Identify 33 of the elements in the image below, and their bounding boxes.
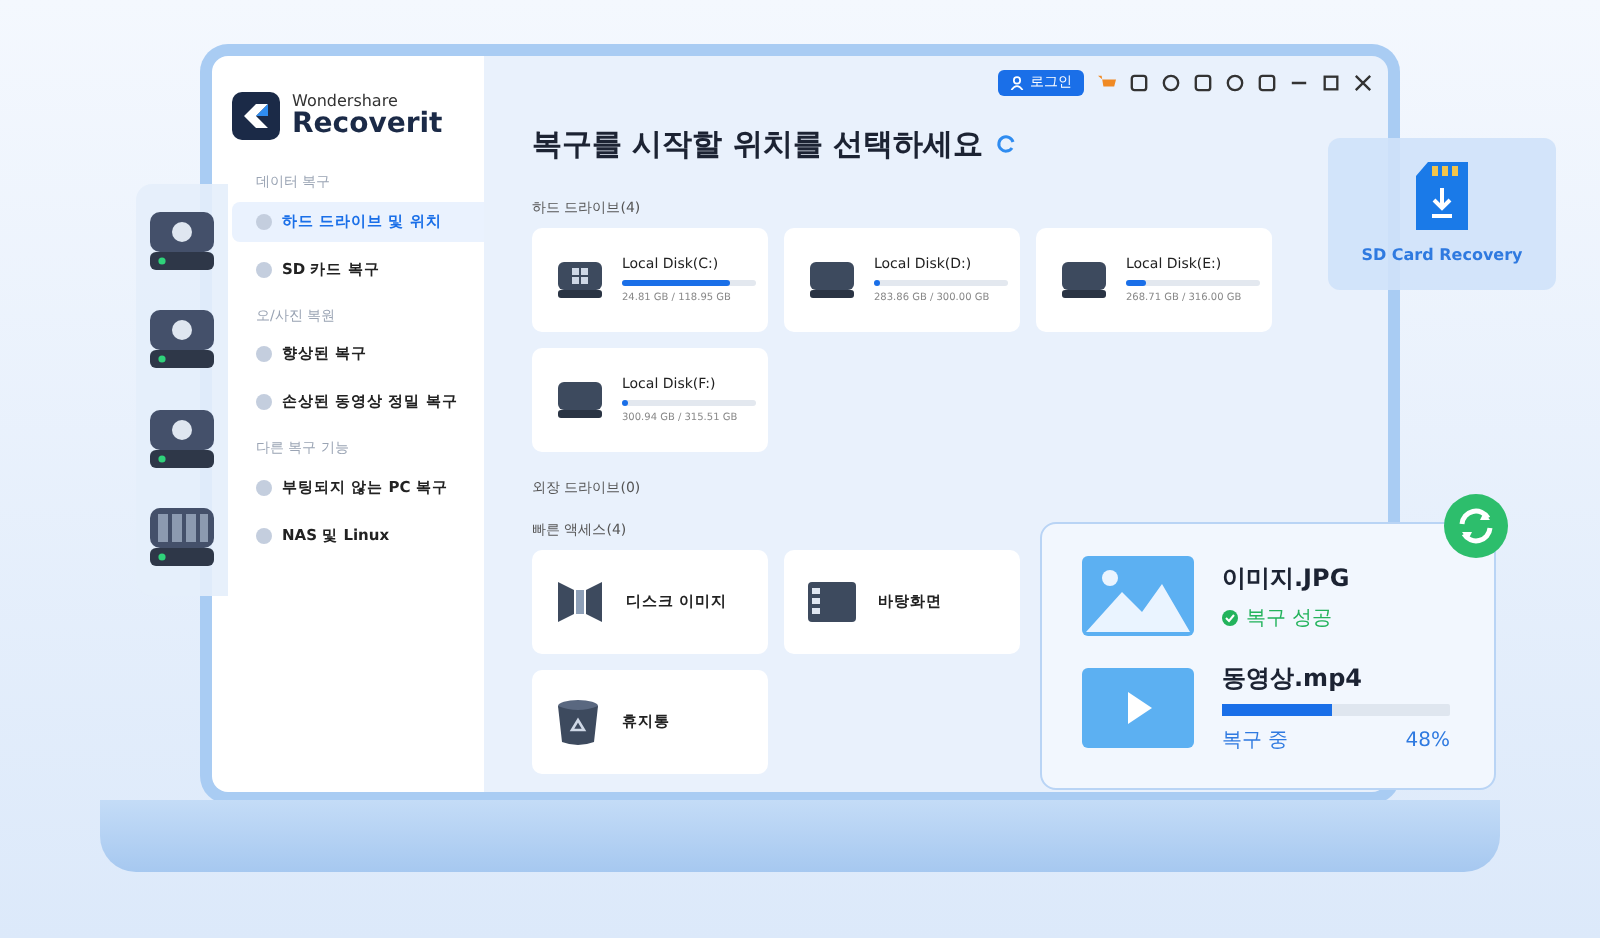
disk-image-icon: [554, 576, 606, 628]
app-logo-icon: [232, 92, 280, 140]
file-name: 동영상.mp4: [1222, 662, 1365, 696]
brand-name: Wondershare: [292, 94, 400, 110]
hard-drive-icon: [556, 378, 604, 422]
os-drive-icon: [146, 405, 218, 474]
sd-card-download-icon: [1412, 160, 1472, 232]
video-thumbnail-icon: [1082, 668, 1194, 748]
image-thumbnail-icon: [1082, 556, 1194, 636]
menu-item-icon: [256, 394, 272, 410]
menu-item-icon: [256, 479, 272, 495]
page-title: 복구를 시작할 위치를 선택하세요: [532, 124, 984, 166]
sync-badge-icon: [1444, 494, 1508, 558]
hard-drive-icon: [1060, 258, 1108, 302]
menu-item-icon: [256, 346, 272, 362]
user-icon: [1010, 75, 1024, 89]
app-name: Recoverit: [292, 110, 443, 138]
recovery-status: 복구 성공: [1246, 605, 1333, 633]
desktop-window-icon: [806, 578, 858, 626]
menu-item-icon: [256, 261, 272, 277]
menu-item-icon: [256, 527, 272, 543]
recovery-status: 복구 중: [1222, 728, 1289, 756]
sd-card-label: SD Card Recovery: [1361, 244, 1523, 268]
maximize-icon[interactable]: [1322, 73, 1340, 91]
refresh-icon[interactable]: [995, 134, 1016, 155]
file-name: 이미지.JPG: [1222, 561, 1352, 595]
os-drive-icon: [146, 207, 218, 276]
windows-drive-icon: [556, 258, 604, 302]
trash-bin-icon: [554, 696, 602, 748]
progress-percent: 48%: [1405, 728, 1450, 756]
close-icon[interactable]: [1354, 73, 1372, 91]
hard-drive-icon: [808, 258, 856, 302]
menu-item-icon: [256, 213, 272, 229]
